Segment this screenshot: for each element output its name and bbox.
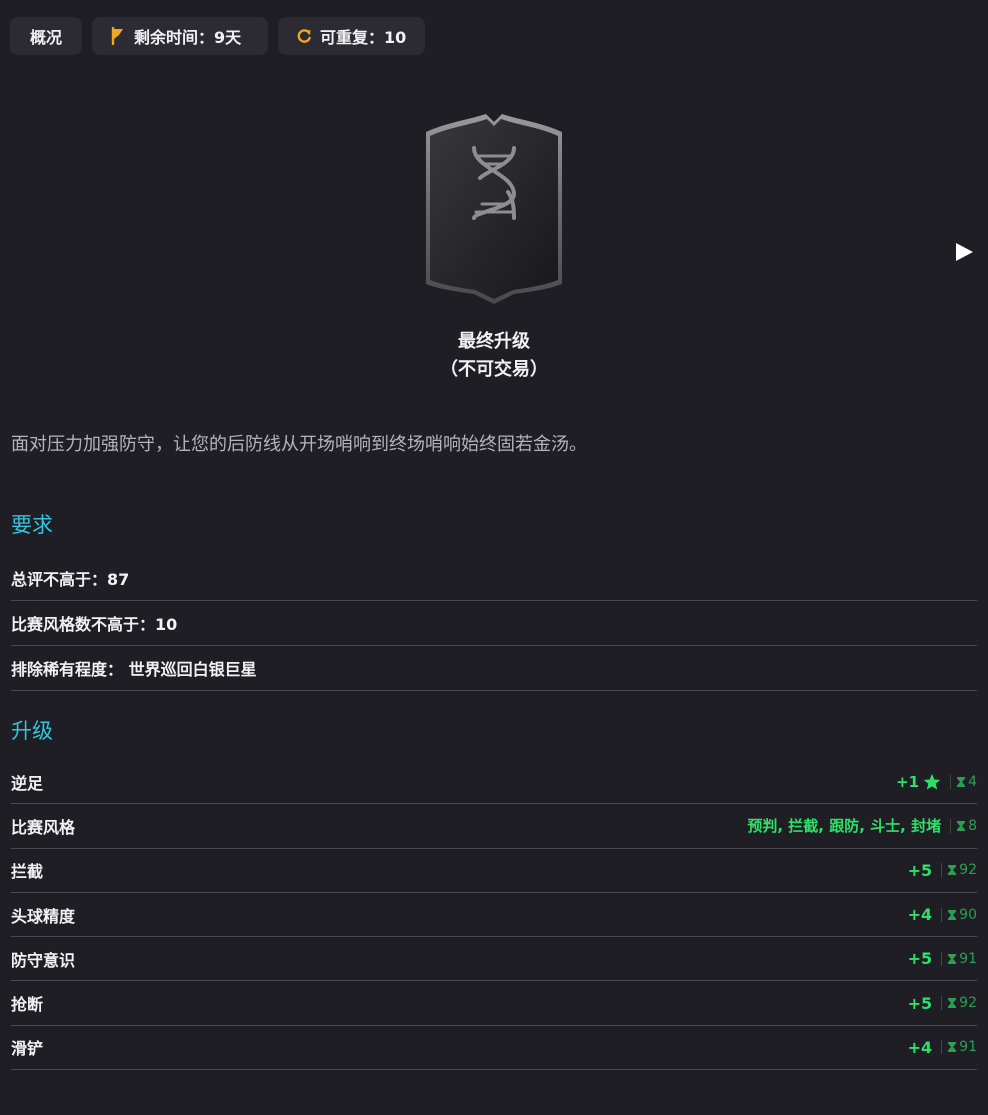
- upgrade-value: 预判, 拦截, 跟防, 斗士, 封堵: [747, 817, 942, 836]
- upgrades-list: 逆足 +1 4 比赛风格 预判, 拦截, 跟防, 斗士, 封堵 8 拦截 +5: [11, 760, 977, 1071]
- repeatable-label: 可重复：10: [320, 28, 407, 47]
- upgrade-value: +4: [907, 1037, 933, 1057]
- refresh-icon: [296, 28, 312, 44]
- upgrade-row: 抢断 +5 92: [11, 981, 977, 1026]
- hourglass-icon: [948, 865, 957, 876]
- upgrade-cap: 92: [959, 995, 977, 1012]
- upgrade-value: +5: [907, 860, 933, 880]
- time-left-chip: 剩余时间：9天: [92, 17, 268, 55]
- requirements-list: 总评不高于：87 比赛风格数不高于：10 排除稀有程度： 世界巡回白银巨星: [11, 556, 977, 691]
- upgrade-card[interactable]: [418, 108, 570, 308]
- upgrade-label: 滑铲: [11, 1039, 44, 1059]
- hourglass-icon: [948, 953, 957, 964]
- requirement-row: 比赛风格数不高于：10: [11, 601, 977, 646]
- hourglass-icon: [948, 909, 957, 920]
- upgrade-row: 头球精度 +4 90: [11, 893, 977, 938]
- upgrade-label: 比赛风格: [11, 817, 76, 837]
- upgrade-row: 拦截 +5 92: [11, 849, 977, 893]
- info-chips: 概况 剩余时间：9天 可重复：10: [10, 17, 425, 55]
- time-left-label: 剩余时间：9天: [134, 28, 242, 47]
- hourglass-icon: [948, 998, 957, 1009]
- overview-tab[interactable]: 概况: [10, 17, 82, 55]
- divider: [941, 863, 943, 878]
- upgrade-value: +5: [907, 993, 933, 1013]
- upgrade-cap: 8: [968, 817, 977, 834]
- overview-label: 概况: [29, 28, 62, 47]
- divider: [941, 1040, 943, 1055]
- upgrade-label: 头球精度: [11, 906, 76, 926]
- upgrade-value: +1: [896, 772, 920, 791]
- upgrade-row: 逆足 +1 4: [11, 760, 977, 805]
- requirement-row: 排除稀有程度： 世界巡回白银巨星: [11, 646, 977, 691]
- next-arrow-icon[interactable]: [952, 240, 976, 264]
- requirements-heading: 要求: [11, 513, 53, 537]
- upgrade-value: +4: [907, 905, 933, 925]
- divider: [950, 774, 952, 789]
- star-icon: [923, 773, 941, 791]
- upgrade-label: 防守意识: [11, 950, 76, 970]
- upgrade-row: 滑铲 +4 91: [11, 1026, 977, 1071]
- upgrade-cap: 91: [959, 1039, 977, 1056]
- requirement-row: 总评不高于：87: [11, 556, 977, 601]
- upgrade-cap: 91: [959, 950, 977, 967]
- upgrade-cap: 4: [968, 773, 977, 790]
- card-shield: [426, 114, 562, 304]
- repeatable-chip: 可重复：10: [278, 17, 425, 55]
- upgrades-heading: 升级: [11, 719, 53, 743]
- upgrade-label: 拦截: [11, 862, 44, 882]
- requirement-text: 排除稀有程度： 世界巡回白银巨星: [11, 660, 257, 679]
- upgrade-label: 逆足: [11, 773, 44, 793]
- divider: [941, 951, 943, 966]
- card-subtitle: （不可交易）: [440, 359, 548, 380]
- hourglass-icon: [957, 820, 966, 831]
- requirement-text: 比赛风格数不高于：10: [11, 615, 178, 634]
- hourglass-icon: [957, 776, 966, 787]
- divider: [950, 818, 952, 833]
- upgrade-row: 比赛风格 预判, 拦截, 跟防, 斗士, 封堵 8: [11, 804, 977, 849]
- evolution-detail-page: 概况 剩余时间：9天 可重复：10 最终升级 （不可交易） 面对压力加强防守，让…: [0, 0, 988, 1115]
- timer-icon: [110, 27, 126, 45]
- divider: [941, 996, 943, 1011]
- requirement-text: 总评不高于：87: [11, 570, 130, 589]
- upgrade-label: 抢断: [11, 995, 44, 1015]
- description: 面对压力加强防守，让您的后防线从开场哨响到终场哨响始终固若金汤。: [11, 434, 587, 455]
- divider: [941, 907, 943, 922]
- upgrade-value: +5: [907, 949, 933, 969]
- upgrade-cap: 90: [959, 906, 977, 923]
- card-title: 最终升级: [458, 331, 530, 352]
- upgrade-row: 防守意识 +5 91: [11, 937, 977, 982]
- upgrade-cap: 92: [959, 862, 977, 879]
- hourglass-icon: [948, 1042, 957, 1053]
